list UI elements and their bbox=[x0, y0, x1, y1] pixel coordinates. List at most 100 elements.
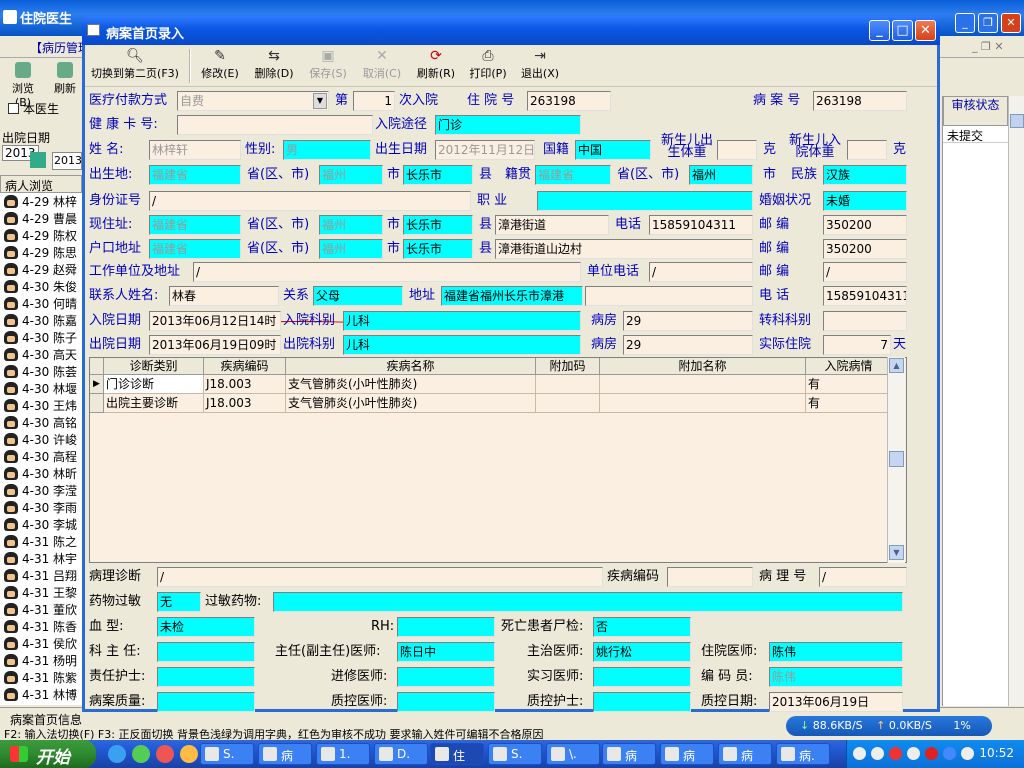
patient-list-item[interactable]: 4-29 曹晨 bbox=[0, 210, 82, 227]
antivirus-icon[interactable] bbox=[925, 747, 938, 760]
newborn-birth-weight-field[interactable] bbox=[717, 140, 757, 160]
grid-cell[interactable] bbox=[600, 375, 806, 394]
edit-button[interactable]: ✎ 修改(E) bbox=[197, 47, 243, 85]
native-city-field[interactable]: 福州 bbox=[689, 165, 753, 185]
security-icon[interactable] bbox=[889, 747, 902, 760]
attending-doctor-field[interactable]: 姚行松 bbox=[593, 642, 691, 662]
audit-status-cell[interactable]: 未提交 bbox=[943, 126, 1008, 143]
chief-doctor-field[interactable]: 陈日中 bbox=[397, 642, 495, 662]
menu-item-records[interactable]: 【病历管理 bbox=[30, 41, 90, 55]
desktop-icon[interactable] bbox=[132, 745, 150, 763]
admission-route-field[interactable]: 门诊 bbox=[435, 115, 581, 135]
print-button[interactable]: ⎙ 打印(P) bbox=[465, 47, 511, 85]
admission-times-field[interactable]: 1 bbox=[353, 91, 395, 111]
address-street-field[interactable]: 漳港街道 bbox=[495, 215, 609, 235]
grid-cell[interactable]: 有 bbox=[806, 375, 892, 394]
save-button[interactable]: ▣ 保存(S) bbox=[305, 47, 351, 85]
birth-city-field[interactable]: 福州 bbox=[319, 165, 383, 185]
scroll-up-icon[interactable]: ▲ bbox=[889, 358, 904, 373]
ethnic-field[interactable]: 汉族 bbox=[823, 165, 907, 185]
patient-list-item[interactable]: 4-31 陈香 bbox=[0, 618, 82, 635]
cancel-button[interactable]: ✕ 取消(C) bbox=[359, 47, 405, 85]
phone-field[interactable]: 15859104311 bbox=[649, 215, 753, 235]
maximize-icon[interactable]: ❐ bbox=[978, 13, 998, 33]
patient-list[interactable]: 4-29 林梓 4-29 曹晨 4-29 陈权 4-29 陈思 4-29 赵舜 4-30 … bbox=[0, 193, 82, 705]
transfer-dept-field[interactable] bbox=[823, 311, 907, 331]
contact-address-detail-field[interactable] bbox=[585, 286, 753, 306]
folder-icon[interactable] bbox=[180, 745, 198, 763]
patient-list-item[interactable]: 4-29 陈权 bbox=[0, 227, 82, 244]
patient-list-item[interactable]: 4-30 高天 bbox=[0, 346, 82, 363]
taskbar-task[interactable]: 病 bbox=[602, 743, 656, 765]
patient-list-item[interactable]: 4-31 吕翔 bbox=[0, 567, 82, 584]
allergy-drug-field[interactable] bbox=[273, 592, 903, 612]
pay-method-select[interactable]: 自费 bbox=[177, 91, 329, 111]
clock[interactable]: 10:52 bbox=[979, 746, 1014, 760]
refresh-button[interactable]: 刷新 bbox=[50, 62, 80, 96]
network-icon[interactable] bbox=[907, 747, 920, 760]
taskbar-task[interactable]: 病 bbox=[660, 743, 714, 765]
grid-column-header[interactable]: 入院病情 bbox=[806, 358, 892, 375]
refresh-button[interactable]: ⟳ 刷新(R) bbox=[413, 47, 459, 85]
grid-cell[interactable]: J18.003 bbox=[204, 394, 286, 413]
chevron-down-icon[interactable]: ▼ bbox=[313, 93, 327, 109]
patient-list-item[interactable]: 4-30 陈嘉 bbox=[0, 312, 82, 329]
nationality-field[interactable]: 中国 bbox=[575, 140, 651, 160]
mdi-window-controls[interactable]: _ ❐ ✕ bbox=[972, 40, 1004, 53]
grid-cell[interactable]: 门诊诊断 bbox=[104, 375, 204, 394]
autopsy-field[interactable]: 否 bbox=[593, 617, 691, 637]
quicklaunch-icon[interactable] bbox=[156, 745, 174, 763]
pathology-diagnosis-field[interactable]: / bbox=[157, 567, 603, 587]
diagnosis-grid[interactable]: 诊断类别 疾病编码 疾病名称 附加码 附加名称 入院病情 ▶ 门诊诊断 J18.003 支气管肺炎… bbox=[89, 357, 907, 563]
grid-cell[interactable]: 支气管肺炎(小叶性肺炎) bbox=[286, 375, 536, 394]
sex-field[interactable]: 男 bbox=[283, 140, 371, 160]
patient-list-header[interactable]: 病人浏览 bbox=[0, 175, 82, 193]
grid-column-header[interactable]: 疾病名称 bbox=[286, 358, 536, 375]
patient-list-item[interactable]: 4-31 林博 bbox=[0, 686, 82, 703]
birth-county-field[interactable]: 长乐市 bbox=[403, 165, 473, 185]
grid-cell[interactable]: 支气管肺炎(小叶性肺炎) bbox=[286, 394, 536, 413]
patient-list-item[interactable]: 4-30 林堰 bbox=[0, 380, 82, 397]
browser-icon[interactable] bbox=[108, 745, 126, 763]
grid-cell[interactable]: 有 bbox=[806, 394, 892, 413]
row-indicator[interactable]: ▶ bbox=[90, 375, 104, 394]
patient-list-item[interactable]: 4-30 何晴 bbox=[0, 295, 82, 312]
dialog-minimize-button[interactable]: _ bbox=[869, 20, 890, 41]
address-province-field[interactable]: 福建省 bbox=[149, 215, 241, 235]
qc-date-field[interactable]: 2013年06月19日 bbox=[769, 692, 903, 712]
patient-list-item[interactable]: 4-29 陈思 bbox=[0, 244, 82, 261]
grid-column-header[interactable]: 疾病编码 bbox=[204, 358, 286, 375]
grid-cell[interactable] bbox=[600, 394, 806, 413]
dialog-close-button[interactable]: ✕ bbox=[915, 20, 936, 41]
disease-code-field[interactable] bbox=[667, 567, 753, 587]
grid-cell[interactable] bbox=[536, 394, 600, 413]
drug-allergy-field[interactable]: 无 bbox=[157, 592, 201, 612]
case-quality-field[interactable] bbox=[157, 692, 255, 712]
hukou-province-field[interactable]: 福建省 bbox=[149, 239, 241, 259]
patient-list-item[interactable]: 4-31 董欣 bbox=[0, 601, 82, 618]
minimize-icon[interactable]: _ bbox=[955, 13, 975, 33]
discharge-dept-field[interactable]: 儿科 bbox=[343, 335, 581, 355]
settings-icon[interactable] bbox=[853, 747, 866, 760]
patient-list-item[interactable]: 4-30 陈荟 bbox=[0, 363, 82, 380]
department-director-field[interactable] bbox=[157, 642, 255, 662]
inpatient-no-field[interactable]: 263198 bbox=[527, 91, 611, 111]
dialog-titlebar[interactable]: 病案首页录入 _ □ ✕ bbox=[82, 16, 940, 45]
contact-address-field[interactable]: 福建省福州长乐市漳港 bbox=[441, 286, 583, 306]
exit-button[interactable]: ⇥ 退出(X) bbox=[517, 47, 563, 85]
grid-cell[interactable]: J18.003 bbox=[204, 375, 286, 394]
occupation-field[interactable] bbox=[537, 191, 753, 211]
stay-days-field[interactable]: 7 bbox=[823, 335, 891, 355]
qc-nurse-field[interactable] bbox=[593, 692, 691, 712]
grid-column-header[interactable]: 附加码 bbox=[536, 358, 600, 375]
patient-list-item[interactable]: 4-31 侯欣 bbox=[0, 635, 82, 652]
birth-province-field[interactable]: 福建省 bbox=[149, 165, 241, 185]
admission-dept-field[interactable]: 儿科 bbox=[343, 311, 581, 331]
taskbar-task[interactable]: 病. bbox=[776, 743, 830, 765]
taskbar-task[interactable]: 1. bbox=[316, 743, 370, 765]
search-icon[interactable] bbox=[30, 152, 46, 168]
patient-list-item[interactable]: 4-31 王黎 bbox=[0, 584, 82, 601]
delete-button[interactable]: ⇆ 删除(D) bbox=[251, 47, 297, 85]
hukou-street-field[interactable]: 漳港街道山边村 bbox=[495, 239, 753, 259]
postcode-field[interactable]: 350200 bbox=[823, 215, 907, 235]
